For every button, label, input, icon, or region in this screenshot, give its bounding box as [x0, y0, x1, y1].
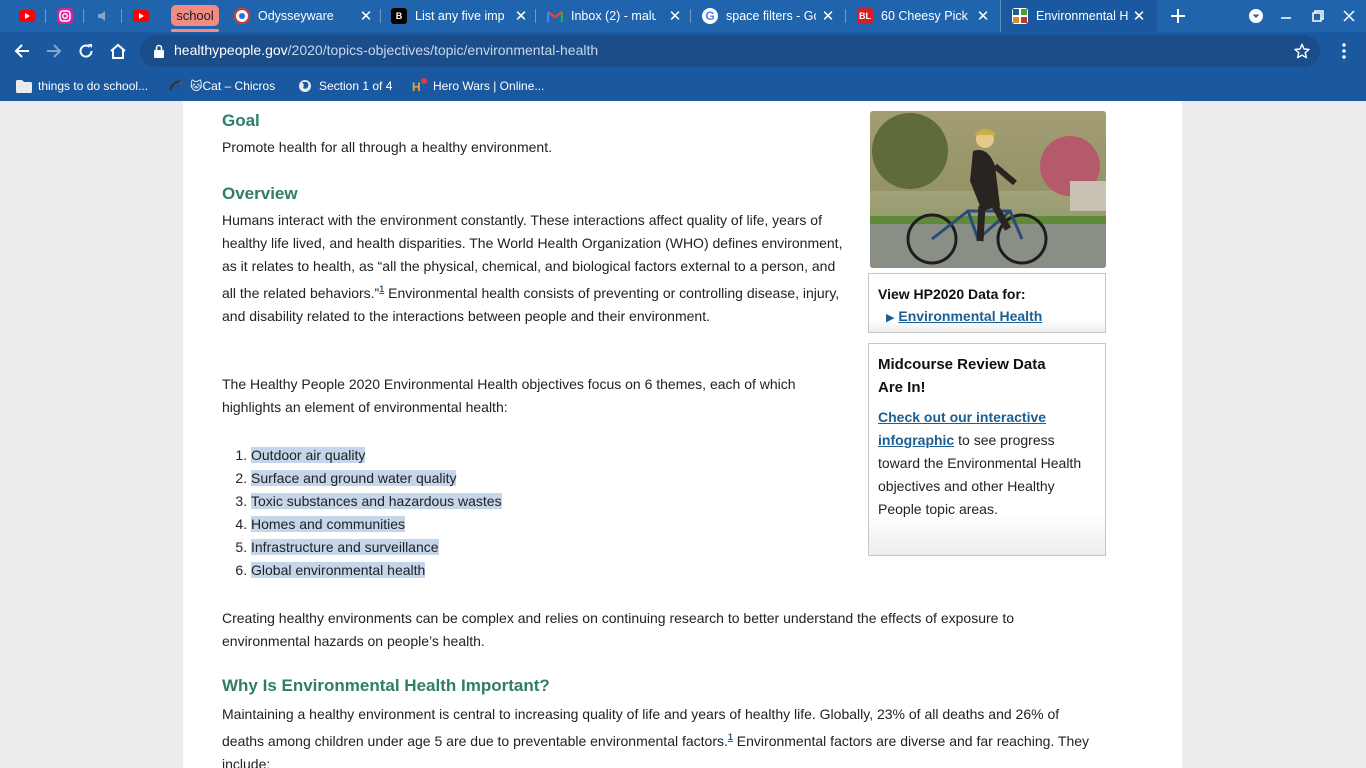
cyclist-photo	[870, 111, 1106, 268]
tab-odysseyware[interactable]: Odysseyware ✕	[234, 0, 374, 32]
tab-title: Inbox (2) - malus	[571, 9, 656, 23]
midcourse-review-box: Midcourse Review Data Are In! Check out …	[868, 343, 1106, 556]
cat-favicon-icon	[168, 78, 184, 94]
reload-button[interactable]	[72, 37, 100, 65]
data-box-title: View HP2020 Data for:	[878, 286, 1026, 302]
browser-menu-icon[interactable]	[1330, 37, 1358, 65]
data-box-link-row: ▶ Environmental Health	[878, 305, 1096, 330]
tab-brainly[interactable]: B List any five impo ✕	[391, 0, 529, 32]
list-item: Outdoor air quality	[251, 444, 502, 467]
close-tab-icon[interactable]: ✕	[975, 8, 991, 25]
review-text: Check out our interactive infographic to…	[878, 409, 1082, 517]
tab-title: Odysseyware	[258, 9, 334, 23]
globe-icon	[297, 78, 313, 94]
tab-group-school[interactable]: school	[171, 5, 219, 26]
overview-paragraph-1: Humans interact with the environment con…	[222, 212, 843, 324]
bookmark-label: 🐱Cat – Chicros	[190, 79, 276, 93]
list-item: Homes and communities	[251, 513, 502, 536]
tab-gmail-inbox[interactable]: Inbox (2) - malus ✕	[547, 0, 683, 32]
web-page-content: Goal Promote health for all through a he…	[183, 101, 1182, 768]
bookmark-section-1-of-4[interactable]: Section 1 of 4	[297, 76, 392, 96]
healthypeople-favicon-icon	[1012, 8, 1028, 24]
brainly-favicon-icon: B	[391, 8, 407, 24]
back-button[interactable]	[8, 37, 36, 65]
bookmark-star-icon[interactable]	[1292, 41, 1312, 61]
overview-paragraph-2: The Healthy People 2020 Environmental He…	[222, 376, 796, 415]
youtube-pinned-tab-icon[interactable]	[19, 8, 35, 24]
lock-icon[interactable]	[153, 44, 165, 58]
why-important-heading: Why Is Environmental Health Important?	[222, 676, 550, 695]
list-item: Surface and ground water quality	[251, 467, 502, 490]
goal-heading: Goal	[222, 111, 260, 130]
restore-window-icon[interactable]	[1306, 4, 1330, 28]
why-important-paragraph: Maintaining a healthy environment is cen…	[222, 706, 1090, 768]
list-item: Infrastructure and surveillance	[251, 536, 502, 559]
list-item: Toxic substances and hazardous wastes	[251, 490, 502, 513]
folder-icon	[16, 78, 32, 94]
instagram-pinned-tab-icon[interactable]	[57, 8, 73, 24]
close-tab-icon[interactable]: ✕	[667, 8, 683, 25]
youtube-pinned-tab-icon-2[interactable]	[133, 8, 149, 24]
url-path: /2020/topics-objectives/topic/environmen…	[287, 42, 599, 58]
tab-search-dropdown-icon[interactable]	[1244, 4, 1268, 28]
home-button[interactable]	[104, 37, 132, 65]
tab-title: List any five impo	[415, 9, 505, 23]
bookmarks-bar: things to do school... 🐱Cat – Chicros Se…	[0, 70, 1366, 101]
goal-text: Promote health for all through a healthy…	[222, 139, 552, 155]
google-favicon-icon: G	[702, 8, 718, 24]
review-title: Midcourse Review Data Are In!	[878, 356, 1046, 396]
close-window-icon[interactable]	[1337, 4, 1361, 28]
overview-paragraph-3: Creating healthy environments can be com…	[222, 610, 1014, 649]
environmental-health-data-link[interactable]: Environmental Health	[898, 308, 1042, 324]
bookmark-label: things to do school...	[38, 79, 149, 93]
svg-text:H: H	[412, 80, 421, 94]
hp2020-data-box: View HP2020 Data for: ▶ Environmental He…	[868, 273, 1106, 333]
overview-heading: Overview	[222, 184, 298, 203]
themes-list: Outdoor air quality Surface and ground w…	[251, 444, 502, 582]
tab-title: space filters - Goo	[726, 9, 816, 23]
close-tab-icon[interactable]: ✕	[358, 8, 374, 25]
close-tab-icon[interactable]: ✕	[513, 8, 529, 25]
tab-google-search[interactable]: G space filters - Goo ✕	[702, 0, 836, 32]
tab-pickup-lines[interactable]: BL 60 Cheesy Pick U ✕	[857, 0, 991, 32]
close-tab-icon[interactable]: ✕	[1131, 8, 1147, 25]
muted-pinned-tab-icon[interactable]	[95, 8, 111, 24]
close-tab-icon[interactable]: ✕	[820, 8, 836, 25]
minimize-window-icon[interactable]	[1274, 4, 1298, 28]
tab-strip: school Odysseyware ✕ B List any five imp…	[0, 0, 1366, 32]
bookmark-folder-things-to-do[interactable]: things to do school...	[16, 76, 148, 96]
address-bar[interactable]: healthypeople.gov/2020/topics-objectives…	[140, 35, 1320, 67]
odysseyware-favicon-icon	[234, 8, 250, 24]
new-tab-button[interactable]	[1166, 4, 1190, 28]
tab-title: Environmental H	[1036, 9, 1128, 23]
bookmark-label: Hero Wars | Online...	[433, 79, 545, 93]
forward-button[interactable]	[40, 37, 68, 65]
bl-favicon-icon: BL	[857, 8, 873, 24]
bookmark-label: Section 1 of 4	[319, 79, 393, 93]
url-host: healthypeople.gov	[174, 42, 288, 58]
browser-toolbar: healthypeople.gov/2020/topics-objectives…	[0, 32, 1366, 70]
bookmark-cat-chicros[interactable]: 🐱Cat – Chicros	[168, 76, 275, 96]
hero-wars-favicon-icon: H	[411, 78, 427, 94]
url-text[interactable]: healthypeople.gov/2020/topics-objectives…	[174, 42, 598, 58]
list-item: Global environmental health	[251, 559, 502, 582]
triangle-right-icon: ▶	[886, 312, 895, 324]
tab-title: 60 Cheesy Pick U	[881, 9, 971, 23]
bookmark-hero-wars[interactable]: H Hero Wars | Online...	[411, 76, 544, 96]
tab-environmental-health-active[interactable]: Environmental H ✕	[1000, 0, 1157, 32]
gmail-favicon-icon	[547, 8, 563, 24]
